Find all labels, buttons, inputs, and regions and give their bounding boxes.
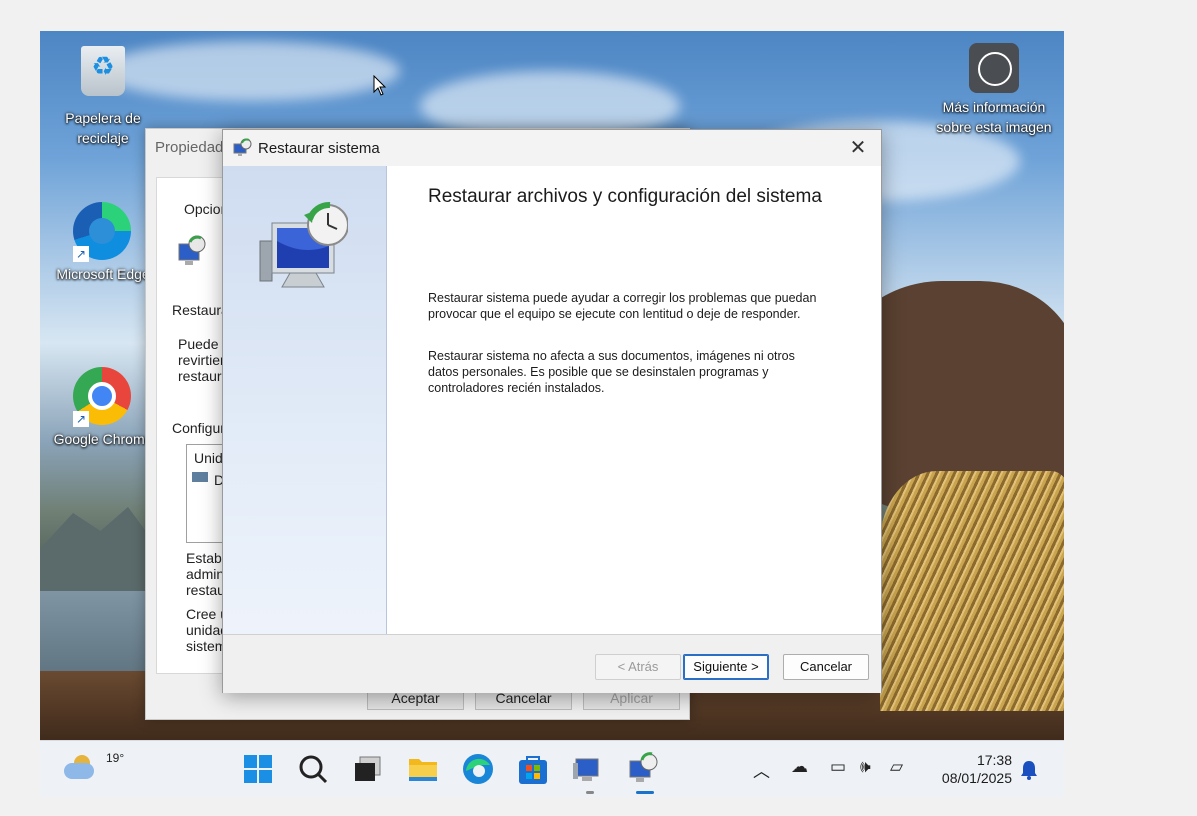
notification-bell-icon[interactable] bbox=[1020, 760, 1038, 780]
volume-icon[interactable]: 🕪 bbox=[860, 757, 871, 777]
list-header: Unid bbox=[194, 450, 223, 466]
paragraph-line: Restaurar sistema no afecta a sus docume… bbox=[428, 349, 795, 363]
chrome-shortcut[interactable]: ↗ Google Chrome bbox=[48, 367, 158, 449]
running-indicator bbox=[586, 791, 594, 794]
battery-icon[interactable]: ▱ bbox=[890, 757, 903, 777]
desktop-icon-label: Más información sobre esta imagen bbox=[936, 99, 1052, 135]
shortcut-arrow-icon: ↗ bbox=[73, 246, 89, 262]
weather-temperature: 19° bbox=[106, 751, 125, 765]
system-restore-monitor-icon bbox=[259, 202, 348, 288]
recycle-bin-shortcut[interactable]: Papelera de reciclaje bbox=[48, 40, 158, 148]
store-icon[interactable] bbox=[515, 751, 551, 787]
description-text: restau bbox=[186, 582, 225, 598]
close-icon[interactable]: ✕ bbox=[835, 130, 881, 166]
info-icon bbox=[969, 43, 1019, 93]
description-text: sistem bbox=[186, 638, 227, 654]
task-view-icon[interactable] bbox=[350, 751, 386, 787]
search-icon[interactable] bbox=[295, 751, 331, 787]
dialog-side-panel bbox=[223, 166, 387, 634]
taskbar: 19° ︿ ☁ ▭ 🕪 ▱ 17:38 08/01/2025 bbox=[40, 740, 1064, 797]
system-restore-dialog[interactable]: Restaurar sistema ✕ Restaurar archivos y… bbox=[222, 129, 882, 693]
edge-icon[interactable] bbox=[460, 751, 496, 787]
back-button[interactable]: < Atrás bbox=[595, 654, 681, 680]
description-paragraph-1: Restaurar sistema puede ayudar a corregi… bbox=[428, 290, 838, 322]
image-info-shortcut[interactable]: Más información sobre esta imagen bbox=[924, 31, 1064, 137]
clock[interactable]: 17:38 08/01/2025 bbox=[920, 751, 1012, 787]
description-text: revirtien bbox=[178, 352, 228, 368]
weather-widget[interactable]: 19° bbox=[64, 751, 124, 779]
paragraph-line: Restaurar sistema puede ayudar a corregi… bbox=[428, 291, 817, 305]
description-paragraph-2: Restaurar sistema no afecta a sus docume… bbox=[428, 348, 838, 396]
paragraph-line: datos personales. Es posible que se desi… bbox=[428, 365, 769, 379]
active-indicator bbox=[636, 791, 654, 794]
desktop-icon-label: Google Chrome bbox=[53, 431, 153, 447]
description-text: admin bbox=[186, 566, 225, 582]
clock-date: 08/01/2025 bbox=[941, 770, 1012, 786]
start-icon[interactable] bbox=[240, 751, 276, 787]
desktop-icon-label: Microsoft Edge bbox=[56, 266, 150, 282]
section-label: Restaura bbox=[172, 302, 229, 318]
network-icon[interactable]: ▭ bbox=[830, 757, 846, 777]
system-restore-taskbar-icon[interactable] bbox=[625, 751, 661, 787]
cloud-icon bbox=[64, 763, 94, 779]
dialog-title: Restaurar sistema bbox=[258, 140, 380, 157]
description-text: Puede bbox=[178, 336, 219, 352]
file-explorer-icon[interactable] bbox=[405, 751, 441, 787]
onedrive-offline-icon[interactable]: ☁ bbox=[791, 757, 808, 777]
dialog-footer: < Atrás Siguiente > Cancelar bbox=[223, 634, 881, 693]
edge-shortcut[interactable]: ↗ Microsoft Edge bbox=[48, 202, 158, 284]
drive-icon bbox=[192, 472, 208, 482]
system-restore-icon bbox=[173, 234, 207, 268]
window-title: Propiedad bbox=[155, 139, 224, 156]
dialog-titlebar[interactable]: Restaurar sistema ✕ bbox=[223, 130, 881, 166]
mouse-cursor-icon bbox=[373, 75, 387, 96]
clock-time: 17:38 bbox=[976, 752, 1012, 768]
chevron-up-icon[interactable]: ︿ bbox=[753, 757, 770, 782]
description-text: Establ bbox=[186, 550, 225, 566]
paragraph-line: controladores recién instalados. bbox=[428, 381, 605, 395]
paragraph-line: provocar que el equipo se ejecute con le… bbox=[428, 307, 801, 321]
cancel-button[interactable]: Cancelar bbox=[783, 654, 869, 680]
dialog-heading: Restaurar archivos y configuración del s… bbox=[428, 186, 822, 207]
system-restore-icon bbox=[233, 138, 252, 156]
recycle-bin-icon bbox=[81, 46, 125, 96]
system-properties-taskbar-icon[interactable] bbox=[570, 751, 606, 787]
next-button[interactable]: Siguiente > bbox=[683, 654, 769, 680]
desktop-icon-label: Papelera de reciclaje bbox=[65, 110, 141, 146]
shortcut-arrow-icon: ↗ bbox=[73, 411, 89, 427]
